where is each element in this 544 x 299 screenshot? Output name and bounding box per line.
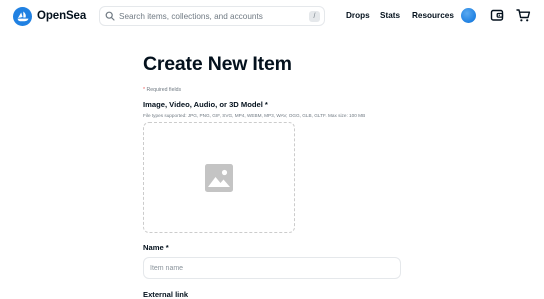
cart-icon[interactable] [516,8,531,23]
wallet-icon[interactable] [490,8,504,22]
name-field-label: Name * [143,243,169,252]
required-note-text: Required fields [146,87,182,93]
media-upload-label: Image, Video, Audio, or 3D Model * [143,100,268,109]
top-navbar: OpenSea / Drops Stats Resources [0,0,544,33]
media-dropzone[interactable] [143,122,295,233]
search-bar[interactable]: / [99,6,325,26]
search-shortcut-key: / [309,10,320,22]
nav-drops-link[interactable]: Drops [346,10,370,22]
external-link-label: External link [143,290,189,299]
search-input[interactable] [119,8,309,24]
item-name-input[interactable] [143,257,401,279]
required-fields-note: * Required fields [143,87,181,93]
required-star: * [143,87,146,93]
nav-stats-link[interactable]: Stats [380,10,400,22]
file-types-hint: File types supported: JPG, PNG, GIF, SVG… [143,113,366,118]
page-title: Create New Item [143,53,292,75]
nav-resources-link[interactable]: Resources [412,10,454,22]
brand-home-link[interactable]: OpenSea [13,6,86,26]
search-icon [105,11,115,21]
brand-name: OpenSea [37,10,87,22]
image-icon [205,163,233,192]
profile-avatar[interactable] [461,8,476,23]
opensea-logo-icon [13,6,32,26]
